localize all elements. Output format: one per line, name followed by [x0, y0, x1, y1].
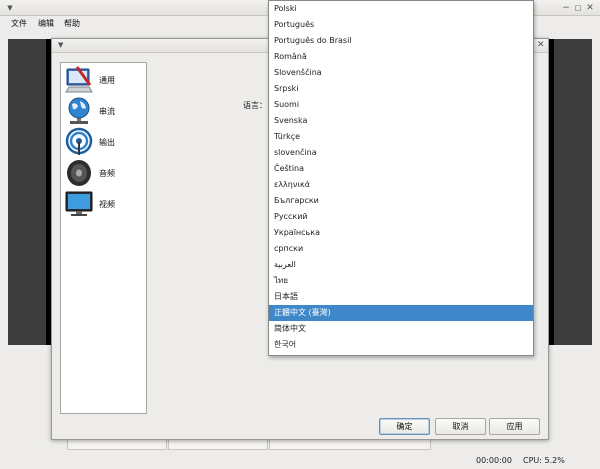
language-option[interactable]: 日本語 [269, 289, 533, 305]
language-option[interactable]: ελληνικά [269, 177, 533, 193]
statusbar: 00:00:00 CPU: 5.2% [0, 452, 600, 469]
status-cpu: CPU: 5.2% [523, 456, 565, 465]
language-label: 语言： [243, 101, 267, 110]
category-general[interactable]: 通用 [63, 65, 145, 95]
globe-stream-icon [68, 97, 90, 124]
menu-help[interactable]: 帮助 [64, 18, 80, 29]
category-output[interactable]: 输出 [63, 127, 145, 157]
language-option[interactable]: العربية [269, 257, 533, 273]
language-option[interactable]: српски [269, 241, 533, 257]
category-audio[interactable]: 音频 [63, 158, 145, 188]
language-option[interactable]: Svenska [269, 113, 533, 129]
category-label: 串流 [99, 107, 115, 116]
language-option[interactable]: 한국어 [269, 337, 533, 353]
language-option[interactable]: Polski [269, 1, 533, 17]
language-option[interactable]: Русский [269, 209, 533, 225]
minimize-icon[interactable]: − [561, 3, 571, 13]
language-option[interactable]: Čeština [269, 161, 533, 177]
apply-button[interactable]: 应用 [489, 418, 540, 435]
status-time: 00:00:00 [476, 456, 512, 465]
dialog-close-icon[interactable]: ✕ [537, 40, 545, 50]
maximize-icon[interactable]: □ [573, 3, 583, 13]
category-label: 视频 [99, 200, 115, 209]
category-stream[interactable]: 串流 [63, 96, 145, 126]
general-settings-icon [65, 66, 93, 93]
language-option[interactable]: Suomi [269, 97, 533, 113]
language-option[interactable]: Türkçe [269, 129, 533, 145]
menu-file[interactable]: 文件 [11, 18, 27, 29]
category-label: 音频 [99, 169, 115, 178]
category-label: 通用 [99, 76, 115, 85]
category-label: 输出 [99, 138, 115, 147]
language-option[interactable]: Português [269, 17, 533, 33]
cancel-button[interactable]: 取消 [435, 418, 486, 435]
menu-edit[interactable]: 编辑 [38, 18, 54, 29]
language-option-selected[interactable]: 正體中文 (臺灣) [269, 305, 533, 321]
close-icon[interactable]: ✕ [585, 3, 595, 13]
language-option[interactable]: 简体中文 [269, 321, 533, 337]
broadcast-output-icon [65, 127, 93, 155]
monitor-video-icon [65, 191, 93, 216]
ok-button[interactable]: 确定 [379, 418, 430, 435]
language-option[interactable]: Português do Brasil [269, 33, 533, 49]
language-option[interactable]: Slovenščina [269, 65, 533, 81]
language-option[interactable]: Български [269, 193, 533, 209]
language-option[interactable]: Українська [269, 225, 533, 241]
language-dropdown-list[interactable]: Polski Português Português do Brasil Română… [268, 0, 534, 356]
language-option[interactable]: ไทย [269, 273, 533, 289]
speaker-audio-icon [67, 160, 91, 186]
dialog-menu-icon[interactable]: ▼ [58, 41, 63, 49]
category-video[interactable]: 视频 [63, 189, 145, 219]
language-option[interactable]: Srpski [269, 81, 533, 97]
settings-category-list: 通用 串流 输出 音频 视频 [60, 62, 147, 414]
language-option[interactable]: Română [269, 49, 533, 65]
language-option[interactable]: slovenčina [269, 145, 533, 161]
